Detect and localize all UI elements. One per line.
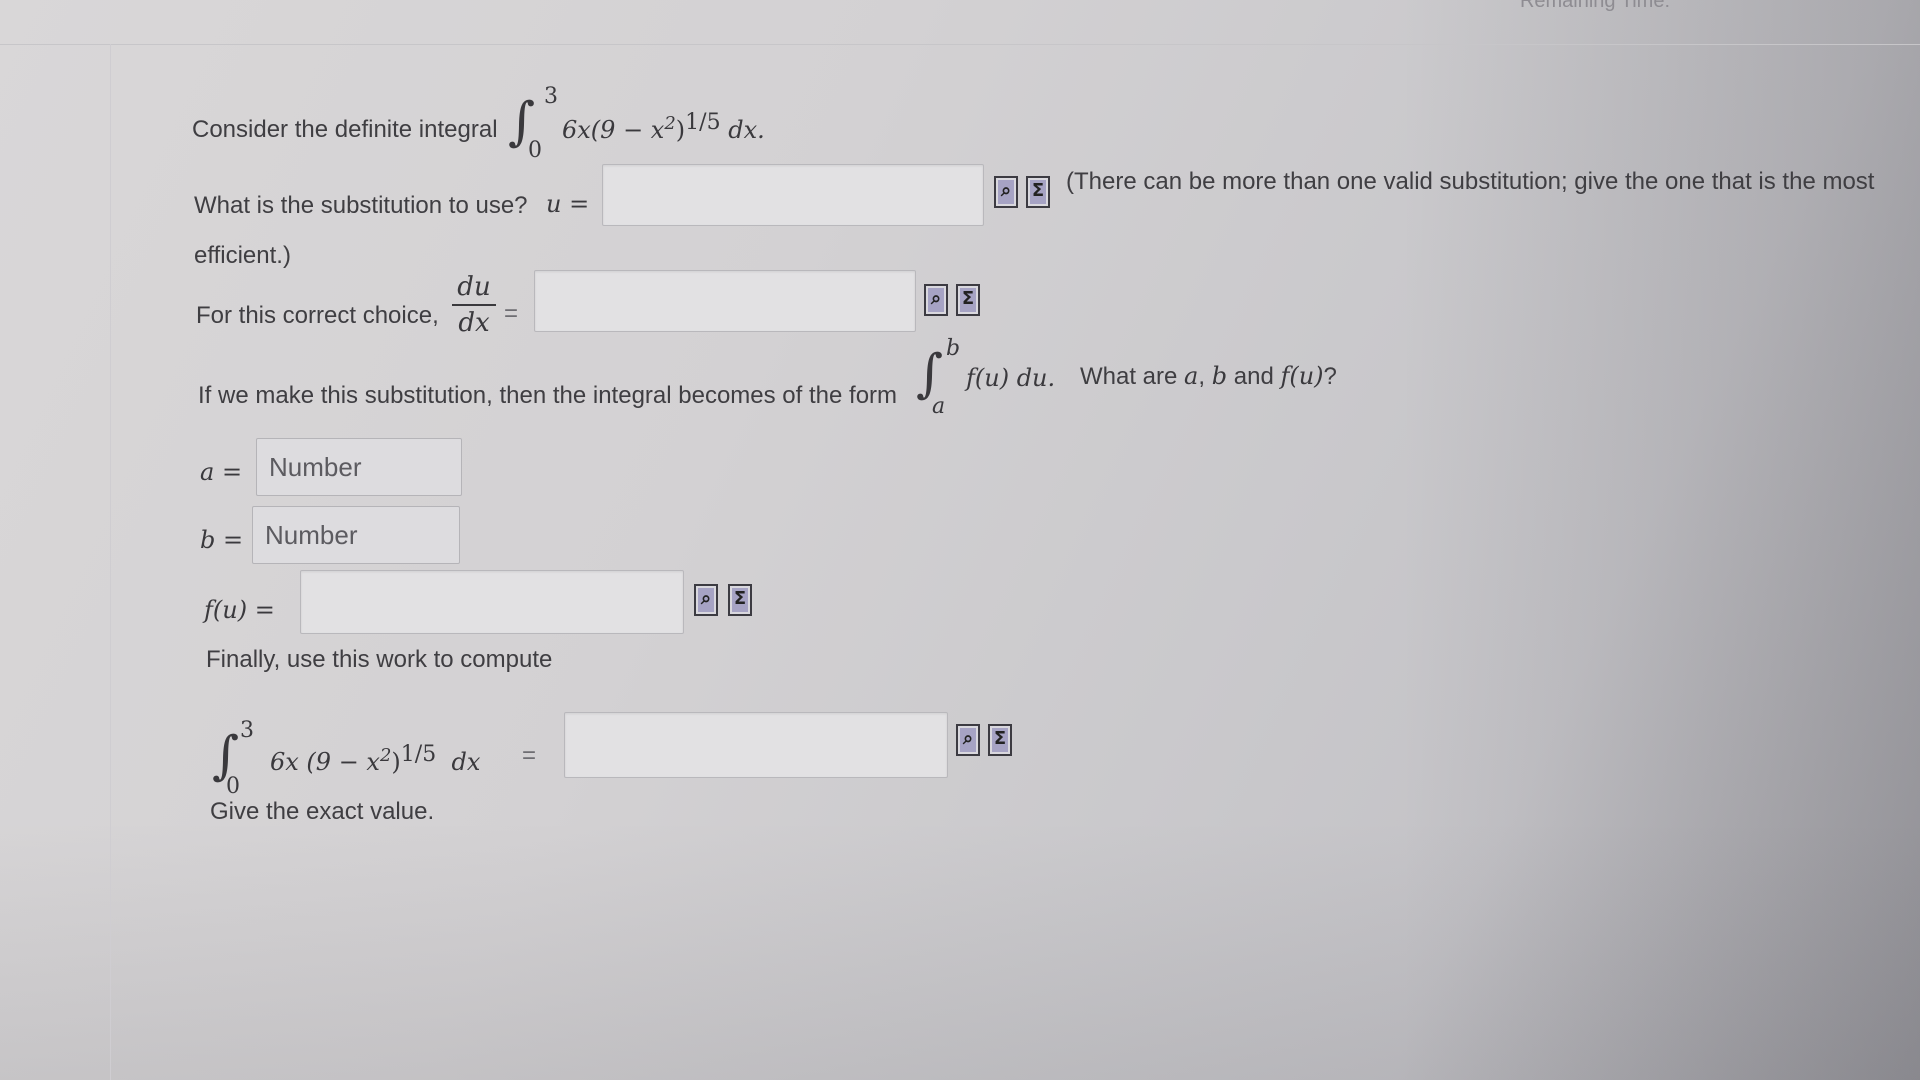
fu-label: f(u) = (204, 596, 275, 624)
fu-input[interactable] (300, 570, 684, 634)
final-integrand: 6x (9 − x2)1/5 dx (270, 742, 481, 776)
equals-sign: = (504, 300, 519, 327)
sigma-icon[interactable]: Σ (728, 584, 752, 616)
preview-icon[interactable]: ⌕ (924, 284, 948, 316)
sigma-icon[interactable]: Σ (1026, 176, 1050, 208)
question-intro: Consider the definite integral (192, 116, 498, 143)
sigma-icon[interactable]: Σ (988, 724, 1012, 756)
substitution-hint: (There can be more than one valid substi… (1066, 168, 1875, 195)
a-label: a = (200, 458, 243, 486)
sigma-icon[interactable]: Σ (956, 284, 980, 316)
du-numerator: du (457, 272, 491, 302)
preview-icon[interactable]: ⌕ (694, 584, 718, 616)
b-input[interactable]: Number (252, 506, 460, 564)
form-prompt: If we make this substitution, then the i… (198, 382, 898, 409)
final-answer-input[interactable] (564, 712, 948, 778)
dx-denominator: dx (458, 308, 490, 338)
preview-icon[interactable]: ⌕ (994, 176, 1018, 208)
form-expression: f(u) du. (966, 364, 1056, 392)
top-bar: Remaining Time: (0, 0, 1920, 45)
derivative-input[interactable] (534, 270, 916, 332)
final-prompt: Finally, use this work to compute (206, 646, 553, 673)
substitution-input[interactable] (602, 164, 984, 226)
form-upper-limit: b (946, 336, 961, 361)
derivative-prompt: For this correct choice, (196, 302, 439, 329)
form-question: What are a, b and f(u)? (1080, 362, 1337, 390)
form-integral-sign: ∫ (916, 344, 944, 404)
final-equals: = (522, 742, 537, 769)
a-input[interactable]: Number (256, 438, 462, 496)
final-upper-limit: 3 (240, 718, 254, 743)
exact-value-note: Give the exact value. (210, 798, 435, 825)
final-lower-limit: 0 (226, 774, 240, 799)
preview-icon[interactable]: ⌕ (956, 724, 980, 756)
du-dx-fraction: du dx (452, 272, 496, 338)
integral-upper-limit: 3 (544, 84, 558, 109)
b-label: b = (200, 526, 244, 554)
u-label: u = (546, 190, 590, 218)
integrand: 6x(9 − x2)1/5 dx. (562, 110, 765, 144)
integral-lower-limit: 0 (528, 138, 542, 163)
substitution-prompt: What is the substitution to use? (194, 192, 528, 219)
timer-label: Remaining Time: (1519, 0, 1670, 12)
form-lower-limit: a (932, 394, 946, 419)
substitution-hint-cont: efficient.) (194, 242, 291, 269)
